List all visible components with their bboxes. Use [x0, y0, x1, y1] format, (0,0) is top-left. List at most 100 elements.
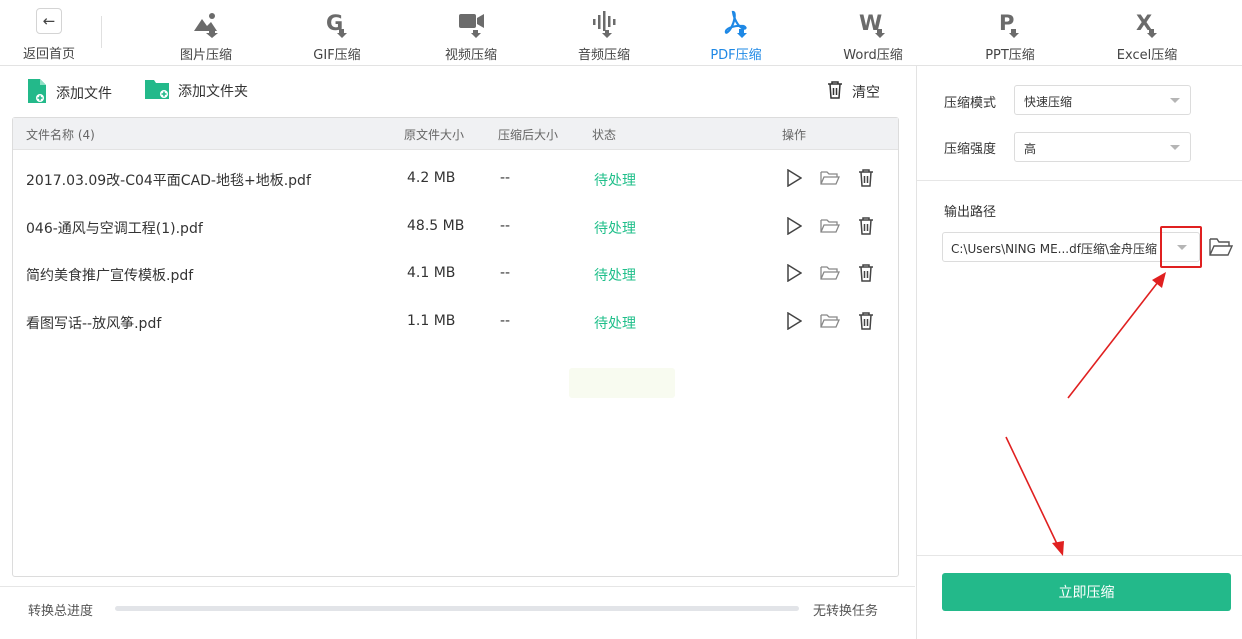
open-folder-icon[interactable] — [819, 215, 841, 237]
nav-item-ppt-compress[interactable]: P PPT压缩 — [965, 6, 1055, 63]
file-size: 4.2 MB — [407, 170, 456, 186]
excel-compress-icon: X — [1102, 6, 1192, 42]
add-folder-button[interactable]: 添加文件夹 — [144, 78, 248, 104]
compress-strength-select[interactable]: 高 — [1014, 132, 1191, 162]
trash-icon — [826, 80, 844, 104]
ppt-compress-icon: P — [965, 6, 1055, 42]
nav-divider — [101, 16, 102, 48]
table-row[interactable]: 2017.03.09改-C04平面CAD-地毯+地板.pdf 4.2 MB --… — [13, 156, 898, 204]
table-row[interactable]: 046-通风与空调工程(1).pdf 48.5 MB -- 待处理 — [13, 204, 898, 252]
output-path-label: 输出路径 — [944, 205, 997, 220]
add-file-icon — [26, 78, 48, 108]
play-icon[interactable] — [783, 215, 805, 237]
nav-label-gif: GIF压缩 — [313, 48, 361, 63]
file-size: 1.1 MB — [407, 312, 456, 329]
open-folder-icon[interactable] — [819, 167, 841, 189]
file-name: 看图写话--放风筝.pdf — [26, 315, 162, 332]
output-path-value: C:\Users\NING ME...df压缩\金舟压缩 — [951, 242, 1157, 256]
play-icon[interactable] — [783, 167, 805, 189]
audio-compress-icon — [559, 6, 649, 42]
compress-mode-value: 快速压缩 — [1024, 95, 1073, 109]
nav-label-ppt: PPT压缩 — [985, 48, 1035, 63]
file-size: 4.1 MB — [407, 265, 456, 281]
nav-label-pdf: PDF压缩 — [710, 48, 762, 63]
delete-icon[interactable] — [855, 262, 877, 284]
output-path-select[interactable]: C:\Users\NING ME...df压缩\金舟压缩 — [942, 232, 1200, 262]
file-table: 文件名称 (4) 原文件大小 压缩后大小 状态 操作 2017.03.09改-C… — [12, 117, 899, 577]
play-icon[interactable] — [783, 310, 805, 332]
open-folder-icon[interactable] — [819, 310, 841, 332]
chevron-down-icon — [1177, 245, 1187, 250]
nav-item-image-compress[interactable]: 图片压缩 — [161, 6, 251, 63]
top-navigation: ← 返回首页 图片压缩 G GIF压缩 视频压缩 音频压缩 PDF压缩 W Wo… — [0, 0, 1242, 66]
browse-folder-button[interactable] — [1208, 234, 1234, 260]
open-folder-icon[interactable] — [819, 262, 841, 284]
column-header-compressed-size: 压缩后大小 — [498, 128, 559, 142]
table-row[interactable]: 简约美食推广宣传模板.pdf 4.1 MB -- 待处理 — [13, 251, 898, 299]
table-row[interactable]: 看图写话--放风筝.pdf 1.1 MB -- 待处理 — [13, 299, 898, 347]
delete-icon[interactable] — [855, 167, 877, 189]
word-compress-icon: W — [828, 6, 918, 42]
file-size: 48.5 MB — [407, 217, 465, 234]
back-arrow-icon: ← — [36, 8, 62, 34]
faint-overlay — [569, 368, 675, 398]
chevron-down-icon — [1170, 98, 1180, 103]
compress-mode-select[interactable]: 快速压缩 — [1014, 85, 1191, 115]
column-header-actions: 操作 — [782, 128, 807, 142]
table-header: 文件名称 (4) 原文件大小 压缩后大小 状态 操作 — [13, 118, 898, 150]
delete-icon[interactable] — [855, 310, 877, 332]
add-folder-label: 添加文件夹 — [178, 84, 248, 100]
clear-button[interactable]: 清空 — [826, 80, 880, 104]
column-header-name: 文件名称 (4) — [26, 128, 95, 142]
progress-label: 转换总进度 — [28, 604, 94, 619]
compress-strength-label: 压缩强度 — [944, 142, 997, 157]
progress-message: 无转换任务 — [813, 604, 879, 619]
add-folder-icon — [144, 78, 170, 104]
compress-strength-value: 高 — [1024, 142, 1037, 156]
nav-item-word-compress[interactable]: W Word压缩 — [828, 6, 918, 63]
image-compress-icon — [161, 6, 251, 42]
file-name: 简约美食推广宣传模板.pdf — [26, 268, 194, 284]
status-text: 待处理 — [594, 315, 636, 332]
compressed-size: -- — [500, 170, 511, 186]
column-header-original-size: 原文件大小 — [404, 128, 465, 142]
nav-label-word: Word压缩 — [843, 48, 903, 63]
delete-icon[interactable] — [855, 215, 877, 237]
file-toolbar: 添加文件 添加文件夹 清空 — [0, 66, 915, 116]
file-name: 046-通风与空调工程(1).pdf — [26, 220, 203, 237]
chevron-down-icon — [1170, 145, 1180, 150]
back-home-label: 返回首页 — [22, 47, 75, 62]
compressed-size: -- — [500, 217, 511, 234]
progress-footer: 转换总进度 无转换任务 — [0, 586, 915, 630]
status-text: 待处理 — [594, 268, 636, 284]
compressed-size: -- — [500, 312, 511, 329]
nav-item-gif-compress[interactable]: G GIF压缩 — [292, 6, 382, 63]
nav-label-audio: 音频压缩 — [577, 48, 630, 63]
nav-label-video: 视频压缩 — [444, 48, 497, 63]
progress-bar — [115, 606, 799, 611]
compress-now-button[interactable]: 立即压缩 — [942, 573, 1231, 611]
nav-item-video-compress[interactable]: 视频压缩 — [426, 6, 516, 63]
settings-panel: 压缩模式 快速压缩 压缩强度 高 输出路径 C:\Users\NING ME..… — [916, 66, 1242, 639]
compressed-size: -- — [500, 265, 511, 281]
file-name: 2017.03.09改-C04平面CAD-地毯+地板.pdf — [26, 173, 311, 189]
column-header-status: 状态 — [592, 128, 617, 142]
add-file-button[interactable]: 添加文件 — [26, 78, 112, 108]
nav-item-excel-compress[interactable]: X Excel压缩 — [1102, 6, 1192, 63]
video-compress-icon — [426, 6, 516, 42]
add-file-label: 添加文件 — [56, 86, 112, 102]
play-icon[interactable] — [783, 262, 805, 284]
folder-icon — [1209, 238, 1233, 256]
nav-label-image: 图片压缩 — [179, 48, 232, 63]
divider — [917, 180, 1242, 181]
status-text: 待处理 — [594, 173, 636, 189]
pdf-compress-icon — [691, 6, 781, 42]
gif-compress-icon: G — [292, 6, 382, 42]
clear-label: 清空 — [852, 85, 880, 101]
nav-label-excel: Excel压缩 — [1116, 48, 1178, 63]
back-home-button[interactable]: ← 返回首页 — [18, 8, 80, 62]
nav-item-pdf-compress[interactable]: PDF压缩 — [691, 6, 781, 63]
divider — [917, 555, 1242, 556]
status-text: 待处理 — [594, 220, 636, 237]
nav-item-audio-compress[interactable]: 音频压缩 — [559, 6, 649, 63]
